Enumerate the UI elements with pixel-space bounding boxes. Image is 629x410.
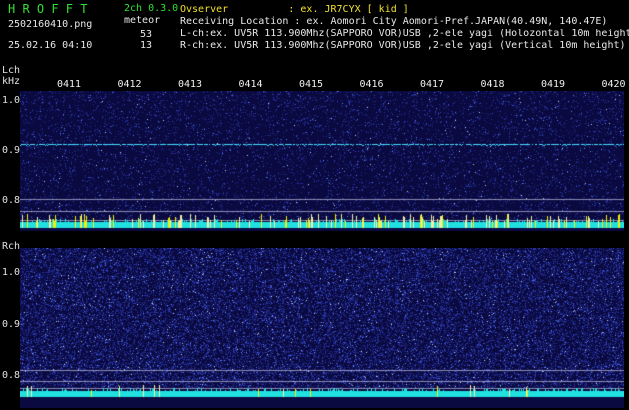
lch-ytick-0.8: 0.8 <box>2 195 21 206</box>
timestamp-label: 25.02.16 04:10 <box>8 40 93 51</box>
time-tick-0414: 0414 <box>238 79 263 90</box>
rch-ytick-0.9: 0.9 <box>2 319 21 330</box>
channel-mode-label: 2ch 0.3.0 <box>124 3 179 14</box>
rch-count: 13 <box>140 40 153 51</box>
time-tick-0411: 0411 <box>57 79 82 90</box>
observer-line: Ovserver : ex. JR7CYX [ kid ] <box>180 4 409 15</box>
lch-ytick-1.0: 1.0 <box>2 95 21 106</box>
time-tick-0412: 0412 <box>117 79 142 90</box>
filename-label: 2502160410.png <box>8 19 93 30</box>
time-tick-0419: 0419 <box>541 79 566 90</box>
rch-info-line: R-ch:ex. UV5R 113.900Mhz(SAPPORO VOR)USB… <box>180 40 626 51</box>
rch-spectrogram <box>20 248 624 408</box>
lch-spectrogram <box>20 91 624 231</box>
time-tick-0413: 0413 <box>178 79 203 90</box>
lch-label: Lch <box>2 65 21 76</box>
rch-label: Rch <box>2 241 21 252</box>
time-tick-0417: 0417 <box>420 79 445 90</box>
lch-count: 53 <box>140 29 153 40</box>
time-tick-0415: 0415 <box>299 79 324 90</box>
rch-ytick-0.8: 0.8 <box>2 370 21 381</box>
meteor-label: meteor <box>124 15 161 26</box>
lch-ytick-0.9: 0.9 <box>2 145 21 156</box>
time-tick-0416: 0416 <box>359 79 384 90</box>
lch-info-line: L-ch:ex. UV5R 113.900Mhz(SAPPORO VOR)USB… <box>180 29 629 39</box>
time-tick-0418: 0418 <box>480 79 505 90</box>
time-tick-0420: 0420 <box>601 79 626 90</box>
app-title: H R O F F T <box>8 2 88 16</box>
lch-unit-label: kHz <box>2 76 21 87</box>
rch-ytick-1.0: 1.0 <box>2 267 21 278</box>
location-line: Receiving Location : ex. Aomori City Aom… <box>180 16 608 27</box>
